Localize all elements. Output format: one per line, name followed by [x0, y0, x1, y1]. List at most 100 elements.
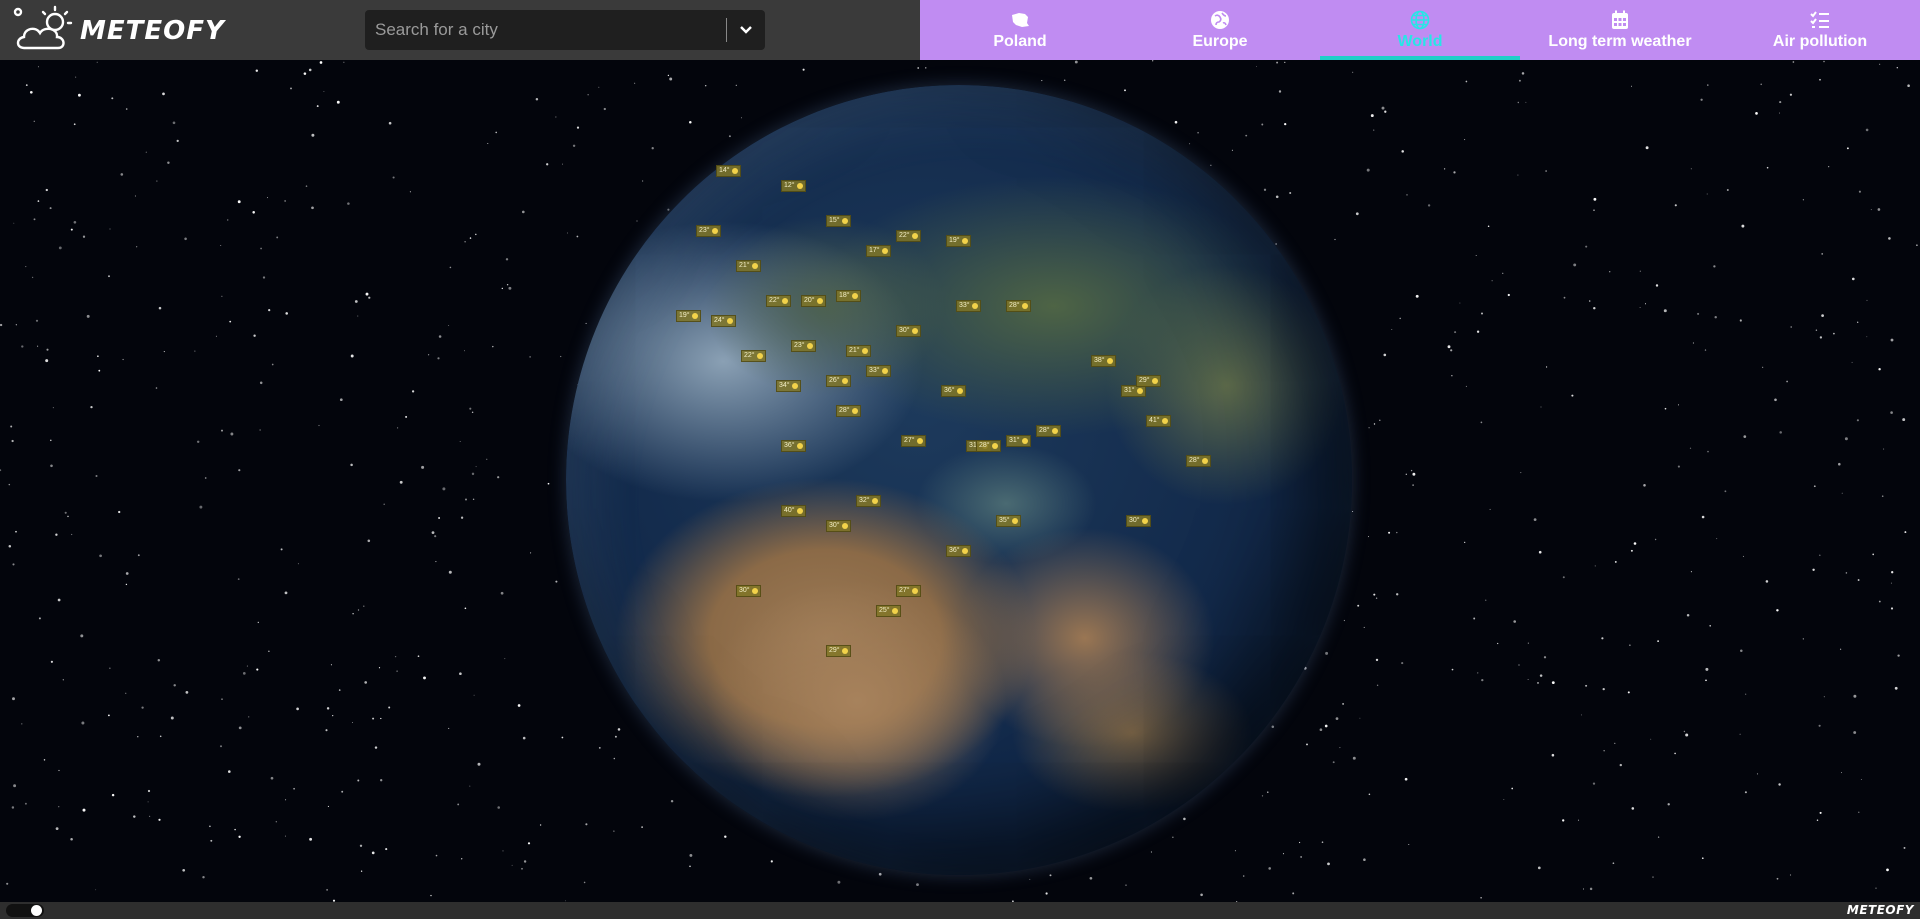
- city-weather-marker[interactable]: 29°: [826, 645, 851, 657]
- star: [12, 697, 15, 701]
- city-weather-marker[interactable]: 28°: [1186, 455, 1211, 467]
- star: [1866, 299, 1868, 301]
- star: [1275, 243, 1277, 245]
- city-weather-marker[interactable]: 40°: [781, 505, 806, 517]
- star: [1399, 317, 1401, 320]
- city-weather-marker[interactable]: 28°: [836, 405, 861, 417]
- city-weather-marker[interactable]: 28°: [1006, 300, 1031, 312]
- city-temperature: 23°: [699, 227, 710, 234]
- city-weather-marker[interactable]: 33°: [956, 300, 981, 312]
- app-logo[interactable]: METEOFY: [12, 5, 225, 56]
- city-weather-marker[interactable]: 21°: [736, 260, 761, 272]
- city-weather-marker[interactable]: 12°: [781, 180, 806, 192]
- city-weather-marker[interactable]: 41°: [1146, 415, 1171, 427]
- earth-globe[interactable]: 14° 12° 15° 17° 22° 19° 23° 21° 22° 24° 20° 18° 19° 2…: [566, 85, 1352, 875]
- star: [99, 554, 102, 558]
- star: [1776, 609, 1779, 612]
- city-weather-marker[interactable]: 38°: [1091, 355, 1116, 367]
- star: [1299, 841, 1301, 844]
- theme-toggle[interactable]: [6, 904, 44, 917]
- city-weather-marker[interactable]: 27°: [896, 585, 921, 597]
- city-weather-marker[interactable]: 20°: [801, 295, 826, 307]
- chevron-down-icon[interactable]: [727, 11, 765, 49]
- city-weather-marker[interactable]: 19°: [676, 310, 701, 322]
- star: [1415, 294, 1419, 298]
- star: [1049, 874, 1052, 877]
- star: [167, 161, 170, 165]
- city-weather-marker[interactable]: 28°: [976, 440, 1001, 452]
- star: [55, 827, 59, 831]
- city-weather-marker[interactable]: 24°: [711, 315, 736, 327]
- star: [45, 359, 49, 363]
- city-weather-marker[interactable]: 28°: [1036, 425, 1061, 437]
- tab-poland[interactable]: Poland: [920, 0, 1120, 60]
- star: [133, 815, 136, 818]
- city-temperature: 18°: [839, 292, 850, 299]
- city-temperature: 22°: [899, 232, 910, 239]
- city-weather-marker[interactable]: 25°: [876, 605, 901, 617]
- star: [253, 334, 256, 337]
- star: [641, 180, 644, 182]
- star: [357, 609, 360, 611]
- star: [1614, 560, 1617, 563]
- city-weather-marker[interactable]: 22°: [896, 230, 921, 242]
- star: [1639, 307, 1641, 308]
- city-weather-marker[interactable]: 32°: [856, 495, 881, 507]
- star: [338, 689, 341, 691]
- search-input[interactable]: [365, 11, 726, 49]
- star: [704, 84, 707, 87]
- star: [555, 116, 557, 118]
- star: [336, 100, 340, 104]
- tab-air-pollution[interactable]: Air pollution: [1720, 0, 1920, 60]
- star: [497, 806, 500, 809]
- city-weather-marker[interactable]: 35°: [996, 515, 1021, 527]
- city-weather-marker[interactable]: 30°: [1126, 515, 1151, 527]
- city-weather-marker[interactable]: 33°: [866, 365, 891, 377]
- star: [1174, 120, 1178, 124]
- city-weather-marker[interactable]: 30°: [826, 520, 851, 532]
- world-globe-view[interactable]: 14° 12° 15° 17° 22° 19° 23° 21° 22° 24° 20° 18° 19° 2…: [0, 60, 1920, 902]
- star: [1840, 772, 1843, 774]
- city-weather-marker[interactable]: 30°: [736, 585, 761, 597]
- star: [1644, 303, 1647, 305]
- city-weather-marker[interactable]: 36°: [946, 545, 971, 557]
- city-weather-marker[interactable]: 18°: [836, 290, 861, 302]
- star: [145, 151, 147, 153]
- city-weather-marker[interactable]: 29°: [1136, 375, 1161, 387]
- city-weather-marker[interactable]: 31°: [1006, 435, 1031, 447]
- city-weather-marker[interactable]: 17°: [866, 245, 891, 257]
- city-weather-marker[interactable]: 26°: [826, 375, 851, 387]
- star: [500, 591, 504, 595]
- star: [221, 429, 223, 432]
- city-weather-marker[interactable]: 34°: [776, 380, 801, 392]
- star: [1352, 756, 1356, 760]
- city-weather-marker[interactable]: 22°: [741, 350, 766, 362]
- city-weather-marker[interactable]: 23°: [696, 225, 721, 237]
- star: [1454, 331, 1457, 334]
- city-weather-marker[interactable]: 19°: [946, 235, 971, 247]
- city-weather-marker[interactable]: 30°: [896, 325, 921, 337]
- star: [1813, 485, 1816, 488]
- star: [1819, 811, 1822, 814]
- city-weather-marker[interactable]: 15°: [826, 215, 851, 227]
- star: [495, 131, 498, 134]
- star: [1594, 565, 1596, 567]
- city-weather-marker[interactable]: 22°: [766, 295, 791, 307]
- star: [1897, 654, 1900, 657]
- star: [1401, 662, 1404, 665]
- star: [475, 466, 477, 468]
- city-weather-marker[interactable]: 23°: [791, 340, 816, 352]
- city-weather-marker[interactable]: 21°: [846, 345, 871, 357]
- tab-long-term-weather[interactable]: Long term weather: [1520, 0, 1720, 60]
- tab-europe[interactable]: Europe: [1120, 0, 1320, 60]
- sun-icon: [791, 383, 798, 389]
- star: [598, 746, 601, 749]
- tab-world[interactable]: World: [1320, 0, 1520, 60]
- star: [229, 320, 232, 323]
- city-weather-marker[interactable]: 36°: [941, 385, 966, 397]
- city-weather-marker[interactable]: 36°: [781, 440, 806, 452]
- city-weather-marker[interactable]: 27°: [901, 435, 926, 447]
- city-weather-marker[interactable]: 14°: [716, 165, 741, 177]
- star: [1709, 625, 1711, 627]
- star: [689, 120, 692, 124]
